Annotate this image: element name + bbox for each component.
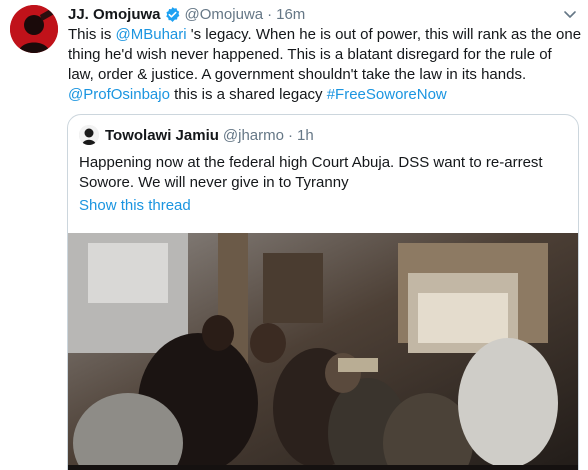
quoted-tweet-text: Happening now at the federal high Court …	[79, 153, 569, 193]
quoted-tweet[interactable]: Towolawi Jamiu @jharmo · 1h Happening no…	[67, 114, 579, 470]
tweet-text-segment: this is a shared legacy	[169, 86, 327, 103]
quoted-text-line: Sowore. We will never give in to Tyranny	[79, 174, 349, 191]
tweet-header: JJ. Omojuwa @Omojuwa · 16m	[68, 4, 305, 24]
video-thumbnail[interactable]	[68, 233, 578, 470]
profile-avatar-image	[10, 5, 58, 53]
tweet: JJ. Omojuwa @Omojuwa · 16m This is @MBuh…	[0, 0, 588, 470]
author-handle[interactable]: @Omojuwa	[185, 6, 264, 23]
avatar[interactable]	[10, 5, 58, 53]
hashtag-link[interactable]: #FreeSoworeNow	[327, 86, 447, 103]
tweet-text-segment: 's legacy. When he is out of power, this…	[186, 26, 582, 43]
separator-dot: ·	[267, 5, 273, 23]
video-frame-image	[68, 233, 578, 470]
tweet-text-line: @ProfOsinbajo this is a shared legacy #F…	[68, 85, 580, 105]
mention-link[interactable]: @ProfOsinbajo	[68, 86, 170, 103]
quoted-avatar	[79, 125, 99, 145]
tweet-timestamp[interactable]: 16m	[276, 6, 305, 23]
mention-link[interactable]: @MBuhari	[116, 26, 187, 43]
tweet-text: This is @MBuhari 's legacy. When he is o…	[68, 25, 582, 105]
tweet-text-segment: law, order & justice. A government shoul…	[68, 66, 527, 83]
verified-badge-icon	[164, 6, 181, 23]
quoted-tweet-header: Towolawi Jamiu @jharmo · 1h	[79, 125, 314, 145]
quoted-text-line: Happening now at the federal high Court …	[79, 154, 543, 171]
quoted-author-name: Towolawi Jamiu	[105, 126, 219, 144]
tweet-text-segment: thing he'd wish never happened. This is …	[68, 46, 552, 63]
chevron-down-icon[interactable]	[562, 6, 578, 22]
author-name[interactable]: JJ. Omojuwa	[68, 6, 161, 23]
quoted-tweet-timestamp: 1h	[296, 126, 314, 144]
tweet-text-line: law, order & justice. A government shoul…	[68, 65, 580, 85]
tweet-text-line: thing he'd wish never happened. This is …	[68, 45, 580, 65]
quoted-author-handle: @jharmo	[222, 126, 284, 144]
tweet-text-line: This is @MBuhari 's legacy. When he is o…	[68, 25, 582, 45]
separator-dot: ·	[287, 126, 293, 144]
tweet-text-segment: This is	[68, 26, 116, 43]
show-thread-link[interactable]: Show this thread	[79, 197, 191, 214]
